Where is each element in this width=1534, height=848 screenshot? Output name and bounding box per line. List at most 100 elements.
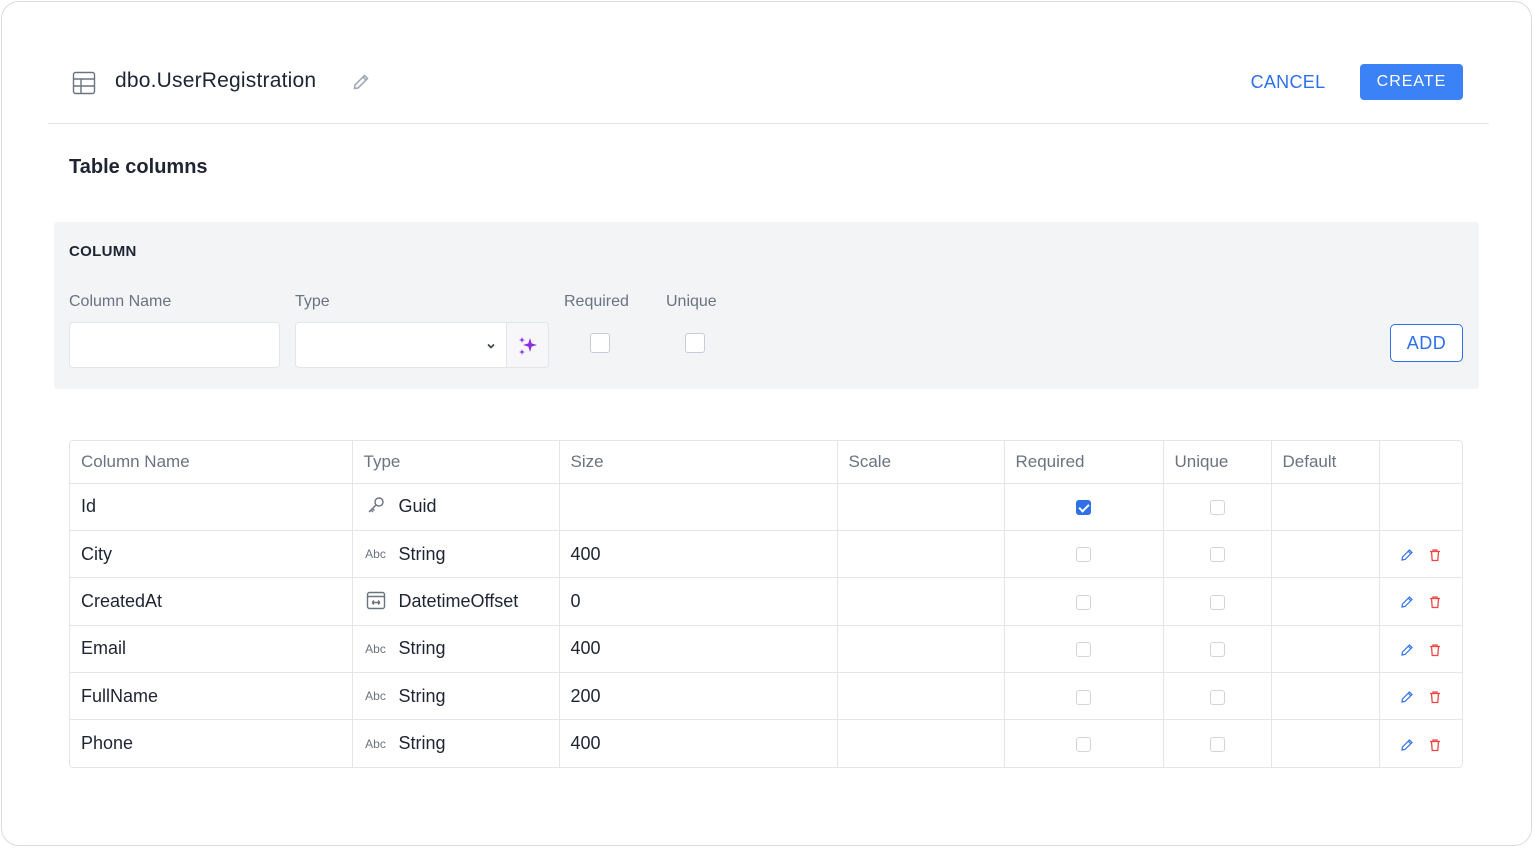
cell-type: DatetimeOffset (352, 577, 560, 626)
cell-required (1004, 530, 1164, 579)
cell-required (1004, 672, 1164, 721)
header-column-name: Column Name (70, 441, 353, 484)
required-checkbox[interactable] (1076, 642, 1091, 658)
table-header-row: Column Name Type Size Scale Required Uni… (70, 441, 1462, 484)
delete-icon[interactable] (1428, 738, 1442, 752)
create-button[interactable]: CREATE (1360, 64, 1463, 100)
table-row[interactable]: CreatedAt DatetimeOffset 0 (70, 577, 1462, 626)
delete-icon[interactable] (1428, 548, 1442, 562)
type-label: DatetimeOffset (398, 590, 519, 611)
type-select[interactable] (295, 322, 507, 368)
cell-unique (1163, 577, 1272, 626)
cell-type: Abc String (352, 530, 560, 579)
cell-required (1004, 719, 1164, 767)
cell-required (1004, 625, 1164, 674)
cell-unique (1163, 719, 1272, 767)
header-type: Type (352, 441, 560, 484)
unique-checkbox[interactable] (1209, 689, 1225, 705)
edit-title-icon[interactable] (351, 72, 371, 92)
required-checkbox[interactable] (1076, 737, 1091, 753)
cell-size: 400 (559, 719, 838, 767)
unique-checkbox[interactable] (1209, 594, 1225, 610)
delete-icon[interactable] (1428, 690, 1442, 704)
unique-checkbox[interactable] (1209, 642, 1225, 658)
edit-icon[interactable] (1400, 595, 1414, 609)
delete-icon[interactable] (1428, 643, 1442, 657)
cell-actions (1379, 530, 1462, 579)
cell-actions (1379, 577, 1462, 626)
abc-icon: Abc (365, 689, 386, 704)
cell-scale (837, 577, 1005, 626)
column-name-label: Column Name (69, 293, 172, 310)
required-checkbox[interactable] (590, 333, 610, 353)
header-unique: Unique (1163, 441, 1272, 484)
page-title: dbo.UserRegistration (115, 69, 317, 92)
edit-icon[interactable] (1400, 690, 1414, 704)
table-icon (72, 71, 96, 95)
edit-icon[interactable] (1400, 548, 1414, 562)
cell-column-name: Phone (70, 719, 353, 767)
cell-unique (1163, 483, 1272, 531)
required-checkbox[interactable] (1076, 499, 1091, 515)
cell-scale (837, 672, 1005, 721)
table-row[interactable]: Phone Abc String 400 (70, 719, 1462, 767)
cell-default (1271, 483, 1380, 531)
unique-checkbox[interactable] (685, 333, 705, 353)
cell-size (559, 483, 838, 531)
columns-table: Column Name Type Size Scale Required Uni… (69, 440, 1463, 768)
unique-checkbox[interactable] (1209, 547, 1225, 563)
cell-size: 200 (559, 672, 838, 721)
type-label: Guid (398, 496, 437, 517)
cell-column-name: FullName (70, 672, 353, 721)
column-form-heading: COLUMN (69, 243, 137, 260)
cell-column-name: CreatedAt (70, 577, 353, 626)
unique-label: Unique (666, 293, 717, 310)
edit-icon[interactable] (1400, 738, 1414, 752)
cell-column-name: Id (70, 483, 353, 531)
edit-icon[interactable] (1400, 643, 1414, 657)
table-row[interactable]: FullName Abc String 200 (70, 672, 1462, 721)
cell-required (1004, 483, 1164, 531)
ai-suggest-button[interactable] (506, 322, 549, 368)
cell-type: Abc String (352, 719, 560, 767)
cancel-button[interactable]: CANCEL (1238, 64, 1338, 100)
abc-icon: Abc (365, 547, 386, 562)
chevron-down-icon (487, 343, 495, 349)
cell-actions (1379, 720, 1462, 767)
table-row[interactable]: Email Abc String 400 (70, 625, 1462, 674)
cell-type: Abc String (352, 672, 560, 721)
cell-default (1271, 625, 1380, 674)
unique-checkbox[interactable] (1209, 499, 1225, 515)
cell-scale (837, 719, 1005, 767)
type-label: String (398, 543, 446, 564)
cell-unique (1163, 672, 1272, 721)
header-default: Default (1271, 441, 1380, 484)
abc-icon: Abc (365, 736, 386, 751)
cell-required (1004, 577, 1164, 626)
dialog-frame: dbo.UserRegistration CANCEL CREATE Table… (1, 1, 1532, 846)
section-title: Table columns (69, 156, 208, 178)
key-icon (364, 495, 388, 518)
required-checkbox[interactable] (1076, 689, 1091, 705)
cell-size: 400 (559, 530, 838, 579)
type-label: String (398, 638, 446, 659)
table-row[interactable]: City Abc String 400 (70, 530, 1462, 579)
cell-type: Abc String (352, 625, 560, 674)
cell-default (1271, 719, 1380, 767)
abc-icon: Abc (365, 641, 386, 656)
unique-checkbox[interactable] (1209, 737, 1225, 753)
delete-icon[interactable] (1428, 595, 1442, 609)
cell-column-name: Email (70, 625, 353, 674)
cell-size: 400 (559, 625, 838, 674)
required-checkbox[interactable] (1076, 594, 1091, 610)
required-checkbox[interactable] (1076, 547, 1091, 563)
cell-size: 0 (559, 577, 838, 626)
cell-default (1271, 577, 1380, 626)
add-column-button[interactable]: ADD (1390, 324, 1463, 362)
dialog-header: dbo.UserRegistration CANCEL CREATE (48, 42, 1489, 124)
header-scale: Scale (837, 441, 1005, 484)
header-actions (1379, 441, 1462, 484)
table-row[interactable]: Id Guid (70, 483, 1462, 531)
column-name-input[interactable] (69, 322, 280, 368)
cell-unique (1163, 625, 1272, 674)
